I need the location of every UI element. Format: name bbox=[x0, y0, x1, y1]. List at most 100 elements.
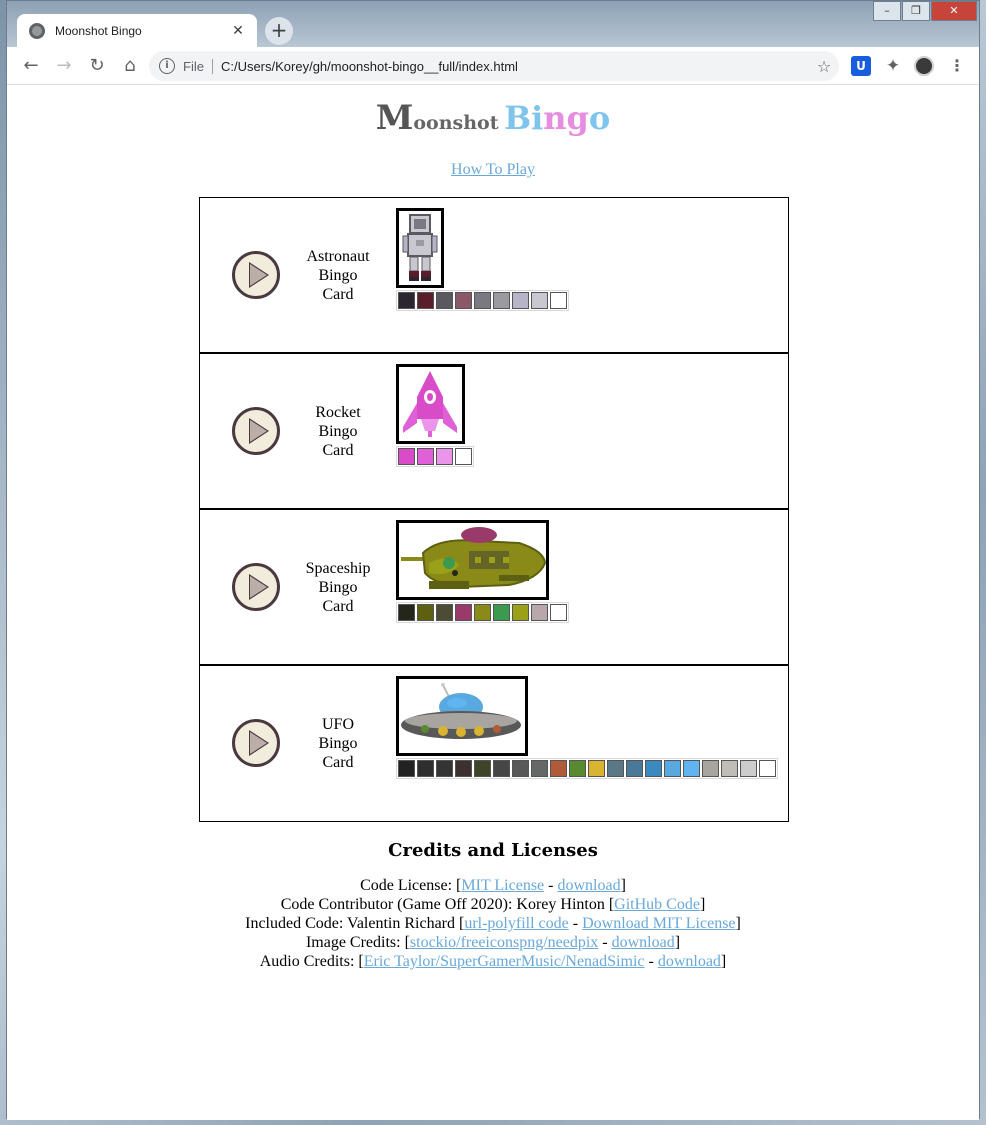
credit-label: Code License: [ bbox=[360, 877, 462, 894]
tab-close-icon[interactable]: ✕ bbox=[229, 23, 247, 39]
logo-bi: Bi bbox=[504, 99, 544, 137]
credit-line-image: Image Credits: [stockio/freeiconspng/nee… bbox=[7, 933, 979, 952]
palette-swatch bbox=[436, 604, 453, 621]
palette-swatch bbox=[531, 604, 548, 621]
image-download-link[interactable]: download bbox=[612, 934, 675, 951]
window-close-button[interactable]: ✕ bbox=[931, 1, 977, 21]
palette-swatch bbox=[531, 760, 548, 777]
globe-icon bbox=[29, 23, 45, 39]
reload-icon[interactable]: ↻ bbox=[81, 50, 113, 82]
browser-window: Moonshot Bingo ✕ + – ❐ ✕ ← → ↻ ⌂ i File … bbox=[6, 0, 980, 1120]
menu-kebab-icon[interactable]: ⋮ bbox=[947, 56, 967, 76]
card-rocket: Rocket Bingo Card bbox=[200, 354, 788, 510]
bookmark-star-icon[interactable]: ☆ bbox=[809, 57, 839, 76]
credit-label: Image Credits: [ bbox=[305, 934, 410, 951]
logo-oonshot: oonshot bbox=[413, 112, 499, 134]
palette-swatch bbox=[493, 604, 510, 621]
new-tab-button[interactable]: + bbox=[265, 17, 293, 45]
profile-avatar[interactable] bbox=[914, 56, 934, 76]
card-label-line: Spaceship bbox=[305, 560, 371, 577]
site-info-icon[interactable]: i bbox=[159, 58, 175, 74]
palette-swatch bbox=[512, 604, 529, 621]
url-polyfill-link[interactable]: url-polyfill code bbox=[464, 915, 568, 932]
credit-label: Code Contributor (Game Off 2020): Korey … bbox=[280, 896, 615, 913]
credit-close: ] bbox=[699, 896, 706, 913]
palette-swatch bbox=[493, 760, 510, 777]
maximize-button[interactable]: ❐ bbox=[902, 1, 930, 21]
download-mit-license-link[interactable]: Download MIT License bbox=[582, 915, 735, 932]
card-label-line: Bingo bbox=[318, 423, 358, 440]
card-label-line: Astronaut bbox=[306, 248, 370, 265]
palette-swatch bbox=[398, 292, 415, 309]
play-icon bbox=[249, 262, 269, 288]
back-arrow-icon[interactable]: ← bbox=[15, 50, 47, 82]
palette-swatch bbox=[436, 292, 453, 309]
home-icon[interactable]: ⌂ bbox=[114, 50, 146, 82]
image-credits-link[interactable]: stockio/freeiconspng/needpix bbox=[410, 934, 598, 951]
palette-rocket bbox=[396, 446, 474, 467]
how-to-play-link[interactable]: How To Play bbox=[451, 161, 535, 178]
palette-swatch bbox=[588, 760, 605, 777]
audio-download-link[interactable]: download bbox=[658, 953, 721, 970]
palette-swatch bbox=[683, 760, 700, 777]
github-code-link[interactable]: GitHub Code bbox=[614, 896, 700, 913]
credit-line-contributor: Code Contributor (Game Off 2020): Korey … bbox=[7, 895, 979, 914]
card-label-line: Bingo bbox=[318, 579, 358, 596]
palette-swatch bbox=[645, 760, 662, 777]
palette-swatch bbox=[740, 760, 757, 777]
play-button-astronaut[interactable] bbox=[232, 251, 280, 299]
credits-list: Code License: [MIT License - download] C… bbox=[7, 876, 979, 971]
palette-astronaut bbox=[396, 290, 569, 311]
credit-label: Audio Credits: [ bbox=[259, 953, 364, 970]
card-label-line: Bingo bbox=[318, 735, 358, 752]
credit-sep: - bbox=[544, 877, 558, 894]
credit-sep: - bbox=[568, 915, 583, 932]
spaceship-icon bbox=[396, 520, 549, 600]
license-download-link[interactable]: download bbox=[557, 877, 620, 894]
logo-ng: ng bbox=[543, 99, 589, 137]
logo-m: M bbox=[375, 98, 414, 138]
url-text[interactable]: C:/Users/Korey/gh/moonshot-bingo__full/i… bbox=[221, 59, 809, 74]
palette-swatch bbox=[702, 760, 719, 777]
window-controls: – ❐ ✕ bbox=[872, 1, 977, 21]
play-button-rocket[interactable] bbox=[232, 407, 280, 455]
forward-arrow-icon[interactable]: → bbox=[48, 50, 80, 82]
palette-swatch bbox=[626, 760, 643, 777]
palette-swatch bbox=[398, 604, 415, 621]
palette-swatch bbox=[550, 604, 567, 621]
how-to-play-wrapper: How To Play bbox=[7, 161, 979, 179]
palette-swatch bbox=[569, 760, 586, 777]
palette-swatch bbox=[531, 292, 548, 309]
palette-swatch bbox=[455, 604, 472, 621]
card-label-line: Card bbox=[322, 754, 354, 771]
palette-swatch bbox=[721, 760, 738, 777]
palette-swatch bbox=[417, 760, 434, 777]
bitwarden-extension-icon[interactable]: U bbox=[851, 56, 871, 76]
play-button-spaceship[interactable] bbox=[232, 563, 280, 611]
card-label-line: Rocket bbox=[315, 404, 361, 421]
scheme-label: File bbox=[183, 58, 213, 74]
card-label-rocket: Rocket Bingo Card bbox=[296, 403, 380, 460]
card-label-line: Bingo bbox=[318, 267, 358, 284]
tab-title: Moonshot Bingo bbox=[55, 24, 142, 38]
minimize-button[interactable]: – bbox=[873, 1, 901, 21]
address-bar[interactable]: i File C:/Users/Korey/gh/moonshot-bingo_… bbox=[149, 51, 839, 81]
extensions-puzzle-icon[interactable]: ✦ bbox=[883, 56, 903, 76]
palette-swatch bbox=[398, 448, 415, 465]
browser-toolbar: ← → ↻ ⌂ i File C:/Users/Korey/gh/moonsho… bbox=[7, 47, 979, 85]
palette-swatch bbox=[512, 292, 529, 309]
credit-line-audio: Audio Credits: [Eric Taylor/SuperGamerMu… bbox=[7, 952, 979, 971]
card-ufo: UFO Bingo Card bbox=[200, 666, 788, 821]
palette-swatch bbox=[455, 760, 472, 777]
palette-swatch bbox=[436, 448, 453, 465]
audio-credits-link[interactable]: Eric Taylor/SuperGamerMusic/NenadSimic bbox=[364, 953, 645, 970]
credit-close: ] bbox=[674, 934, 681, 951]
mit-license-link[interactable]: MIT License bbox=[461, 877, 544, 894]
ufo-icon bbox=[396, 676, 528, 756]
tab-moonshot-bingo[interactable]: Moonshot Bingo ✕ bbox=[17, 14, 257, 48]
play-button-ufo[interactable] bbox=[232, 719, 280, 767]
palette-swatch bbox=[417, 604, 434, 621]
palette-swatch bbox=[493, 292, 510, 309]
logo-o: o bbox=[588, 99, 611, 137]
credit-sep: - bbox=[644, 953, 658, 970]
